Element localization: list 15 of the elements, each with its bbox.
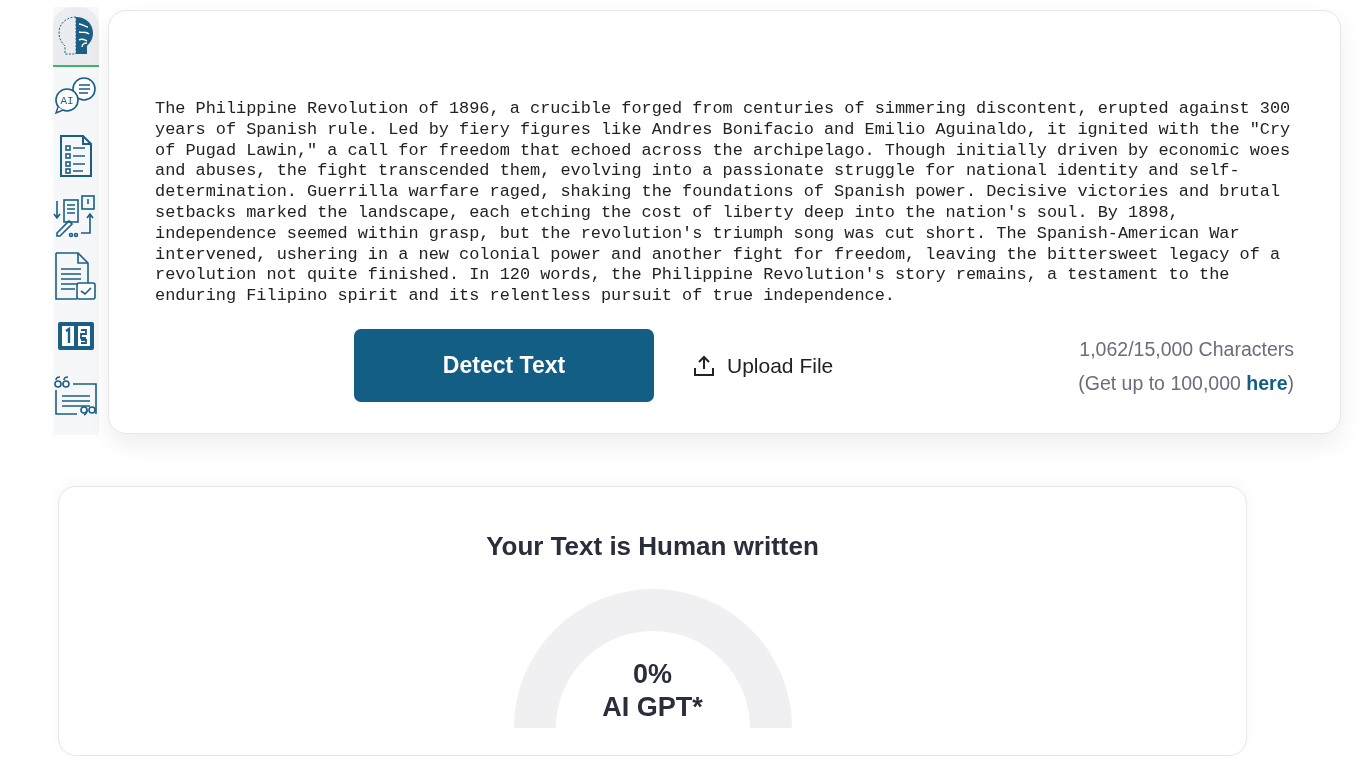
sidebar-tool[interactable]: AI	[53, 67, 99, 127]
result-title: Your Text is Human written	[486, 531, 819, 562]
upload-icon	[692, 353, 716, 378]
detect-text-button[interactable]: Detect Text	[354, 329, 654, 402]
character-count: 1,062/15,000 Characters	[1078, 336, 1294, 362]
upload-file-button[interactable]: Upload File	[692, 353, 834, 378]
sidebar-tool[interactable]	[53, 7, 99, 67]
upgrade-note: (Get up to 100,000 here)	[1078, 370, 1294, 396]
number-tiles-icon	[57, 321, 95, 351]
here-link[interactable]: here	[1246, 371, 1288, 394]
quote-icon	[53, 376, 99, 416]
checklist-icon	[58, 134, 94, 178]
gauge-label: AI GPT*	[602, 691, 703, 724]
percent-value: 0%	[633, 658, 672, 691]
text-area[interactable]: The Philippine Revolution of 1896, a crucible forged from centuries of simmering discontent, erupted against 300 years of Spanish rule. Led by fiery figures like Andres Bonifacio and Emilio Aguinaldo, it ignited with the "Cry of Pugad Lawin," a call for freedom that echoed across the archipelago. Though initially driven by economic woes and abuses, the fight transcended them, evolving into a passionate struggle for national identity and self-determination. Guerrilla warfare raged, shaking the foundations of Spanish power. Decisive victories and brutal setbacks marked the landscape, each etching the cost of liberty deep into the nation's soul. By 1898, independence seemed within grasp, but the revolution's triumph song was cut short. The Spanish-American War intervened, ushering in a new colonial power and another fight for freedom, leaving the bittersweet legacy of a revolution not quite finished. In 120 words, the Philippine Revolution's story remains, a testament to the enduring Filipino spirit and its relentless pursuit of true independence.	[155, 99, 1298, 317]
